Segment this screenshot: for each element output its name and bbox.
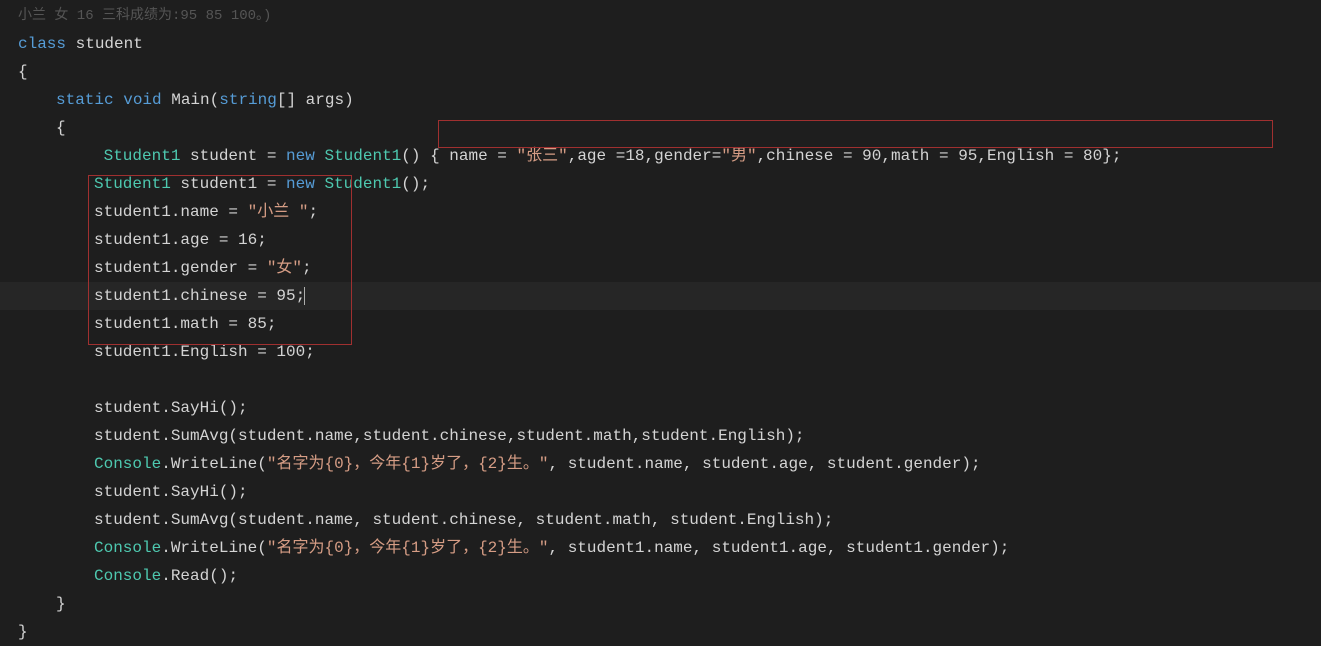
code-line: student1.age = 16; bbox=[0, 226, 1321, 254]
code-line: student1.English = 100; bbox=[0, 338, 1321, 366]
code-line: class student bbox=[0, 30, 1321, 58]
code-line: { bbox=[0, 58, 1321, 86]
code-line: Console.Read(); bbox=[0, 562, 1321, 590]
text-caret bbox=[304, 287, 305, 305]
code-line: 小兰 女 16 三科成绩为:95 85 100。) bbox=[0, 2, 1321, 30]
code-line: } bbox=[0, 590, 1321, 618]
code-line: { bbox=[0, 114, 1321, 142]
code-line: student.SumAvg(student.name,student.chin… bbox=[0, 422, 1321, 450]
code-line: student.SumAvg(student.name, student.chi… bbox=[0, 506, 1321, 534]
code-line: Student1 student1 = new Student1(); bbox=[0, 170, 1321, 198]
code-line-active: student1.chinese = 95; bbox=[0, 282, 1321, 310]
code-line: } bbox=[0, 618, 1321, 646]
code-line: Console.WriteLine("名字为{0}，今年{1}岁了，{2}生。"… bbox=[0, 534, 1321, 562]
code-line-blank bbox=[0, 366, 1321, 394]
comment-text: 小兰 女 16 三科成绩为:95 85 100。) bbox=[18, 4, 271, 29]
code-line: static void Main(string[] args) bbox=[0, 86, 1321, 114]
code-line: student.SayHi(); bbox=[0, 394, 1321, 422]
code-line: student.SayHi(); bbox=[0, 478, 1321, 506]
code-editor[interactable]: 小兰 女 16 三科成绩为:95 85 100。) class student … bbox=[0, 0, 1321, 646]
code-line: Console.WriteLine("名字为{0}，今年{1}岁了，{2}生。"… bbox=[0, 450, 1321, 478]
code-line: student1.math = 85; bbox=[0, 310, 1321, 338]
code-line: student1.name = "小兰 "; bbox=[0, 198, 1321, 226]
code-line: student1.gender = "女"; bbox=[0, 254, 1321, 282]
code-line: Student1 student = new Student1() { name… bbox=[0, 142, 1321, 170]
